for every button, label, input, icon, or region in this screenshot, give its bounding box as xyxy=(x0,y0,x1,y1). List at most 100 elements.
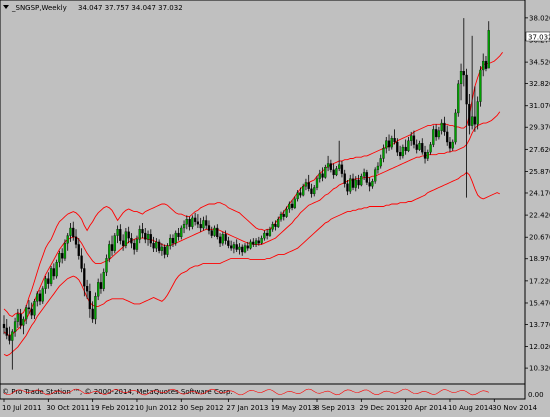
candle-body xyxy=(224,234,227,241)
candle-body xyxy=(22,318,25,326)
x-tick-label: 10 Aug 2014 xyxy=(448,404,493,412)
candlestick-chart[interactable]: 38.02036.27034.52032.82031.07029.37027.6… xyxy=(0,0,550,413)
candle-body xyxy=(130,237,133,244)
current-price-label: 37.032 xyxy=(528,34,550,42)
candle-body xyxy=(19,313,22,326)
x-tick-label: 19 Feb 2012 xyxy=(91,404,135,412)
y-tick-label: 29.370 xyxy=(529,124,550,132)
candle-body xyxy=(329,163,333,170)
candle-body xyxy=(69,227,72,236)
y-tick-label: 24.170 xyxy=(529,189,550,197)
candle-body xyxy=(465,74,468,105)
candle-body xyxy=(437,130,441,138)
candle-body xyxy=(216,227,219,238)
y-tick-label: 22.420 xyxy=(529,212,550,220)
candle-body xyxy=(49,268,53,284)
candle-body xyxy=(213,227,216,236)
candle xyxy=(55,259,58,279)
x-tick-label: 30 Oct 2011 xyxy=(46,404,89,412)
candle-body xyxy=(157,241,161,251)
candle-body xyxy=(113,235,116,251)
candle-body xyxy=(374,169,377,182)
candle-body xyxy=(326,163,330,168)
y-tick-label: 34.520 xyxy=(529,59,550,67)
candle xyxy=(41,286,44,304)
candle-body xyxy=(279,213,283,220)
candle-body xyxy=(66,235,69,244)
candle-body xyxy=(105,258,108,273)
candle xyxy=(113,233,116,254)
candle-body xyxy=(8,335,11,341)
candle-body xyxy=(191,217,194,227)
candle-body xyxy=(385,140,388,149)
candle-body xyxy=(371,181,374,187)
candle-body xyxy=(188,219,191,227)
x-tick-label: 30 Nov 2014 xyxy=(492,404,537,412)
y-tick-label: 13.770 xyxy=(529,321,550,329)
candle-body xyxy=(33,301,36,316)
x-tick-label: 19 May 2013 xyxy=(271,404,317,412)
candle-body xyxy=(27,307,31,310)
candle-body xyxy=(171,237,175,244)
candle-body xyxy=(404,146,407,152)
candle-body xyxy=(310,188,313,195)
candle-body xyxy=(58,253,61,263)
x-tick-label: 10 Jun 2012 xyxy=(135,404,177,412)
candle-body xyxy=(144,232,147,240)
candle-body xyxy=(241,246,244,253)
candle-body xyxy=(357,179,360,186)
candle-body xyxy=(221,234,224,244)
candle-body xyxy=(454,112,457,143)
candle-body xyxy=(152,243,155,249)
candle-body xyxy=(88,291,92,310)
candle xyxy=(49,265,53,287)
candle-body xyxy=(141,229,144,234)
copyright-text: © Pro Trade Station ™, © 2000-2014, Meta… xyxy=(2,388,233,396)
candle-body xyxy=(99,282,103,289)
candle-body xyxy=(379,158,382,167)
candle-body xyxy=(321,173,324,178)
candle xyxy=(374,167,377,184)
candle-body xyxy=(163,246,166,255)
candle-body xyxy=(74,236,78,245)
candle-body xyxy=(30,308,33,316)
candle-body xyxy=(169,237,172,246)
candle-body xyxy=(335,168,338,176)
y-tick-label: 20.670 xyxy=(529,234,550,242)
candle-body xyxy=(83,268,86,287)
candle-body xyxy=(243,245,247,253)
candle-body xyxy=(232,244,236,249)
candle-body xyxy=(282,213,285,217)
candle-body xyxy=(124,231,128,246)
candle-body xyxy=(354,179,357,188)
candle-body xyxy=(210,230,213,236)
ohlc-values: 34.047 37.757 34.047 37.032 xyxy=(78,4,183,12)
candle-body xyxy=(387,140,391,148)
candle-body xyxy=(487,30,490,69)
candle-body xyxy=(429,144,432,153)
candle xyxy=(454,109,457,145)
candle-body xyxy=(313,187,316,195)
candle-body xyxy=(432,129,435,145)
candle-body xyxy=(332,169,335,176)
candle-body xyxy=(296,192,299,200)
candle-body xyxy=(116,229,119,236)
candle-body xyxy=(36,293,39,302)
candle-body xyxy=(318,173,321,179)
x-tick-label: 27 Jan 2013 xyxy=(226,404,268,412)
candle-body xyxy=(476,101,479,125)
candle-body xyxy=(235,244,238,250)
candle-body xyxy=(457,83,460,114)
chart-window: 38.02036.27034.52032.82031.07029.37027.6… xyxy=(0,0,550,413)
candle-body xyxy=(47,278,50,284)
candle-body xyxy=(146,234,150,240)
candle-body xyxy=(285,208,288,217)
candle-body xyxy=(462,71,465,76)
candle-body xyxy=(238,246,241,250)
candle-body xyxy=(459,71,463,85)
candle-body xyxy=(268,229,272,236)
candle-body xyxy=(257,240,260,244)
candle-body xyxy=(174,232,177,244)
y-tick-label: 10.320 xyxy=(529,365,550,373)
header: _SNGSP,Weekly 34.047 37.757 34.047 37.03… xyxy=(3,4,183,12)
